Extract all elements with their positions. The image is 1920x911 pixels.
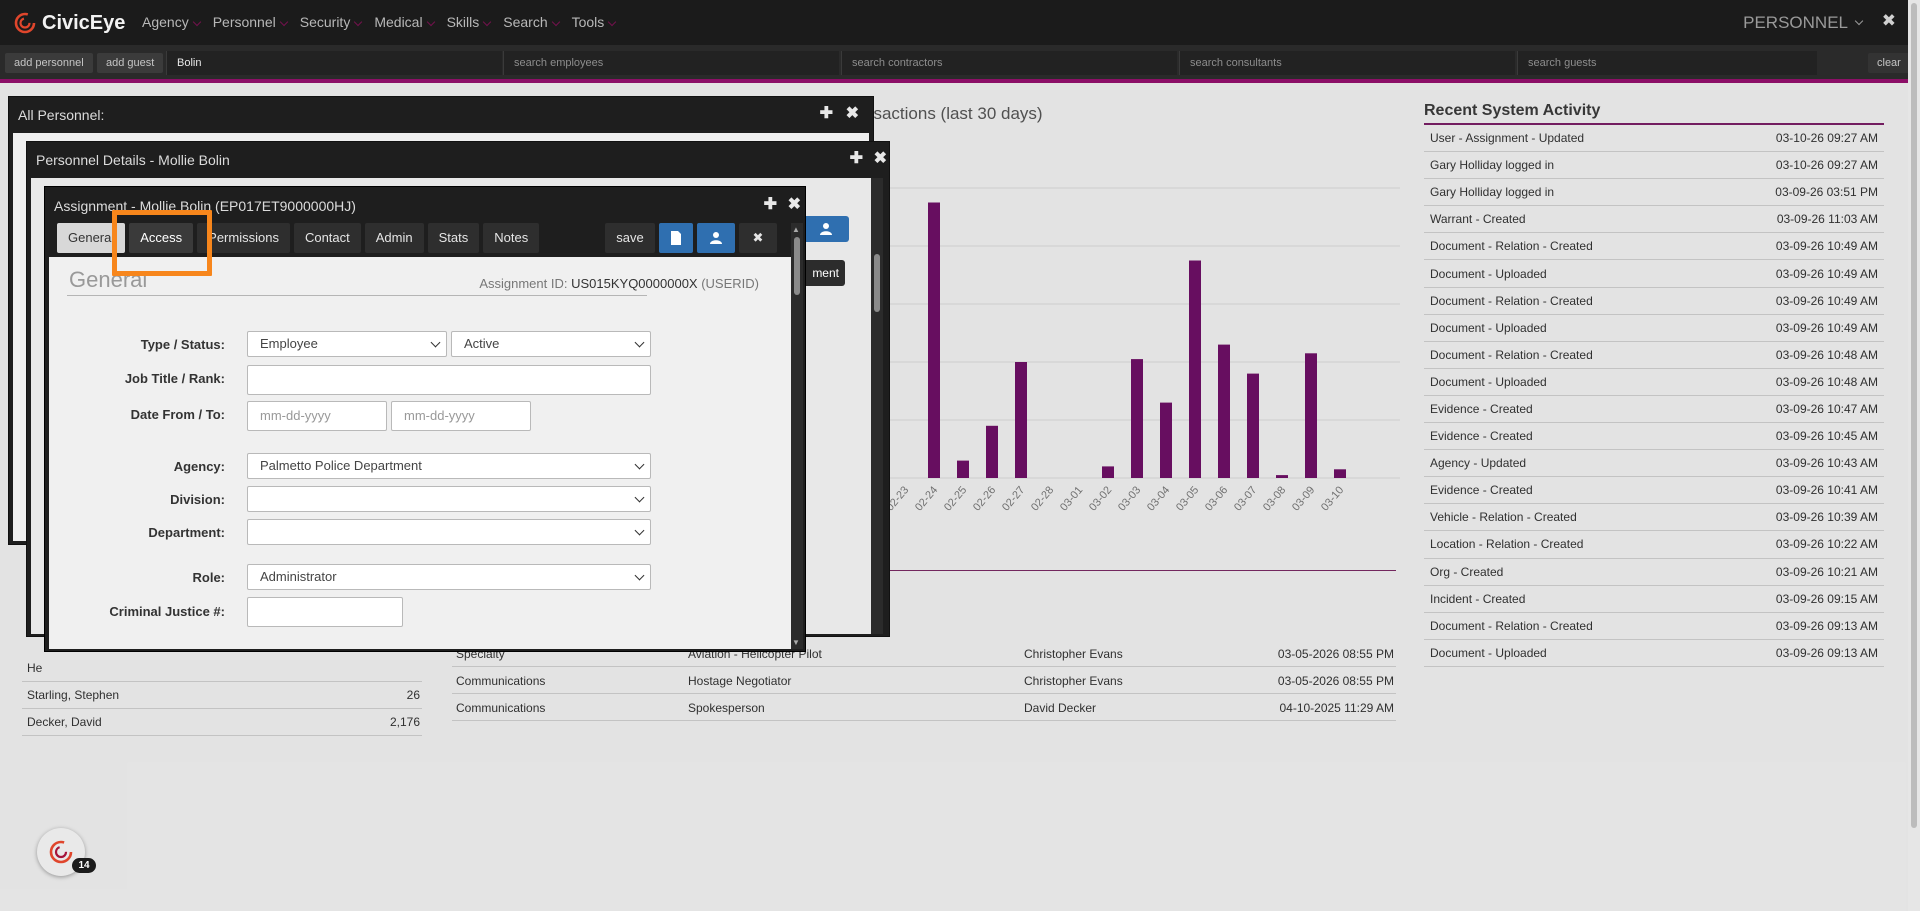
chevron-down-icon: [483, 17, 492, 27]
document-icon-button[interactable]: [659, 223, 693, 253]
user-icon: [710, 232, 722, 244]
role-select[interactable]: Administrator: [247, 564, 651, 590]
chevron-down-icon: [634, 337, 645, 348]
page-scrollbar[interactable]: [1908, 0, 1920, 911]
app-name: CivicEye: [42, 11, 126, 34]
assignment-id: Assignment ID: US015KYQ0000000X (USERID): [479, 276, 759, 291]
user-icon-button[interactable]: [803, 216, 849, 242]
status-select[interactable]: Active: [451, 331, 651, 357]
date-range-label: Date From / To:: [130, 407, 225, 422]
type-status-label: Type / Status:: [140, 337, 225, 352]
arrow-down-icon[interactable]: ▼: [792, 638, 800, 647]
role-label: Role:: [192, 570, 226, 585]
search-guests-input[interactable]: search guests: [1517, 51, 1817, 75]
add-personnel-button[interactable]: add personnel: [5, 53, 93, 73]
highlight-access-tab: [112, 210, 212, 276]
maximize-icon[interactable]: ✚: [850, 148, 863, 168]
tab-admin[interactable]: Admin: [364, 223, 424, 253]
department-select[interactable]: [247, 519, 651, 545]
nav-item-security[interactable]: Security: [300, 0, 363, 45]
document-icon: [671, 231, 681, 245]
arrow-up-icon[interactable]: ▲: [792, 225, 800, 234]
job-title-input[interactable]: [247, 365, 651, 395]
nav-item-search[interactable]: Search: [503, 0, 560, 45]
close-icon[interactable]: ✖: [788, 194, 801, 214]
assignment-form: General Assignment ID: US015KYQ0000000X …: [49, 257, 791, 649]
chevron-down-icon: [634, 459, 645, 470]
nav-item-medical[interactable]: Medical: [374, 0, 435, 45]
chevron-down-icon: [634, 525, 645, 536]
chevron-down-icon: [608, 17, 617, 27]
close-icon[interactable]: ✖: [846, 103, 859, 123]
chevron-down-icon: [354, 17, 363, 27]
scrollbar[interactable]: ▲ ▼: [791, 223, 803, 649]
close-icon[interactable]: ✖: [874, 148, 887, 168]
close-icon[interactable]: ✖: [739, 223, 777, 253]
division-select[interactable]: [247, 486, 651, 512]
maximize-icon[interactable]: ✚: [820, 103, 833, 123]
save-button[interactable]: save: [605, 223, 655, 253]
nav-item-skills[interactable]: Skills: [447, 0, 492, 45]
divider: [67, 295, 647, 296]
criminal-justice-input[interactable]: [247, 597, 403, 627]
date-to-input[interactable]: mm-dd-yyyy: [391, 401, 531, 431]
chevron-down-icon: [192, 17, 201, 27]
window-title: All Personnel:: [18, 107, 105, 123]
notification-count-badge: 14: [72, 858, 96, 873]
agency-select[interactable]: Palmetto Police Department: [247, 453, 651, 479]
search-employees-input[interactable]: search employees: [503, 51, 839, 75]
nav-item-agency[interactable]: Agency: [142, 0, 201, 45]
module-menu[interactable]: PERSONNEL: [1743, 13, 1864, 33]
top-navbar: CivicEye Agency Personnel Security Medical S…: [0, 0, 1920, 45]
module-label: PERSONNEL: [1743, 13, 1848, 32]
user-icon: [820, 223, 832, 235]
agency-label: Agency:: [173, 459, 225, 474]
department-label: Department:: [148, 525, 225, 540]
chevron-down-icon: [426, 17, 435, 27]
chevron-down-icon: [279, 17, 288, 27]
criminal-justice-label: Criminal Justice #:: [109, 604, 225, 619]
add-guest-button[interactable]: add guest: [97, 53, 164, 73]
app-logo[interactable]: CivicEye: [14, 10, 125, 36]
search-contractors-input[interactable]: search contractors: [841, 51, 1177, 75]
nav-item-personnel[interactable]: Personnel: [213, 0, 288, 45]
clear-button[interactable]: clear: [1868, 53, 1910, 73]
window-title: Personnel Details - Mollie Bolin: [36, 152, 230, 168]
tab-notes[interactable]: Notes: [483, 223, 540, 253]
search-bar: add personnel add guest Bolin search emp…: [0, 45, 1920, 83]
tab-stats[interactable]: Stats: [427, 223, 480, 253]
chevron-down-icon: [430, 337, 441, 348]
close-icon[interactable]: ✖: [1882, 11, 1896, 31]
chevron-down-icon: [634, 570, 645, 581]
chevron-down-icon: [1854, 16, 1864, 26]
search-personnel-input[interactable]: Bolin: [166, 51, 502, 75]
civiceye-logo-icon: [14, 12, 36, 34]
maximize-icon[interactable]: ✚: [764, 194, 777, 214]
type-select[interactable]: Employee: [247, 331, 447, 357]
main-nav: Agency Personnel Security Medical Skills Sear…: [142, 0, 628, 45]
job-title-label: Job Title / Rank:: [124, 371, 225, 386]
scrollbar[interactable]: [871, 178, 883, 634]
division-label: Division:: [170, 492, 225, 507]
tab-contact[interactable]: Contact: [293, 223, 361, 253]
nav-item-tools[interactable]: Tools: [572, 0, 617, 45]
chevron-down-icon: [551, 17, 560, 27]
assignment-id-value: US015KYQ0000000X: [571, 276, 698, 291]
date-from-input[interactable]: mm-dd-yyyy: [247, 401, 387, 431]
search-consultants-input[interactable]: search consultants: [1179, 51, 1515, 75]
user-icon-button[interactable]: [697, 223, 735, 253]
chevron-down-icon: [634, 492, 645, 503]
